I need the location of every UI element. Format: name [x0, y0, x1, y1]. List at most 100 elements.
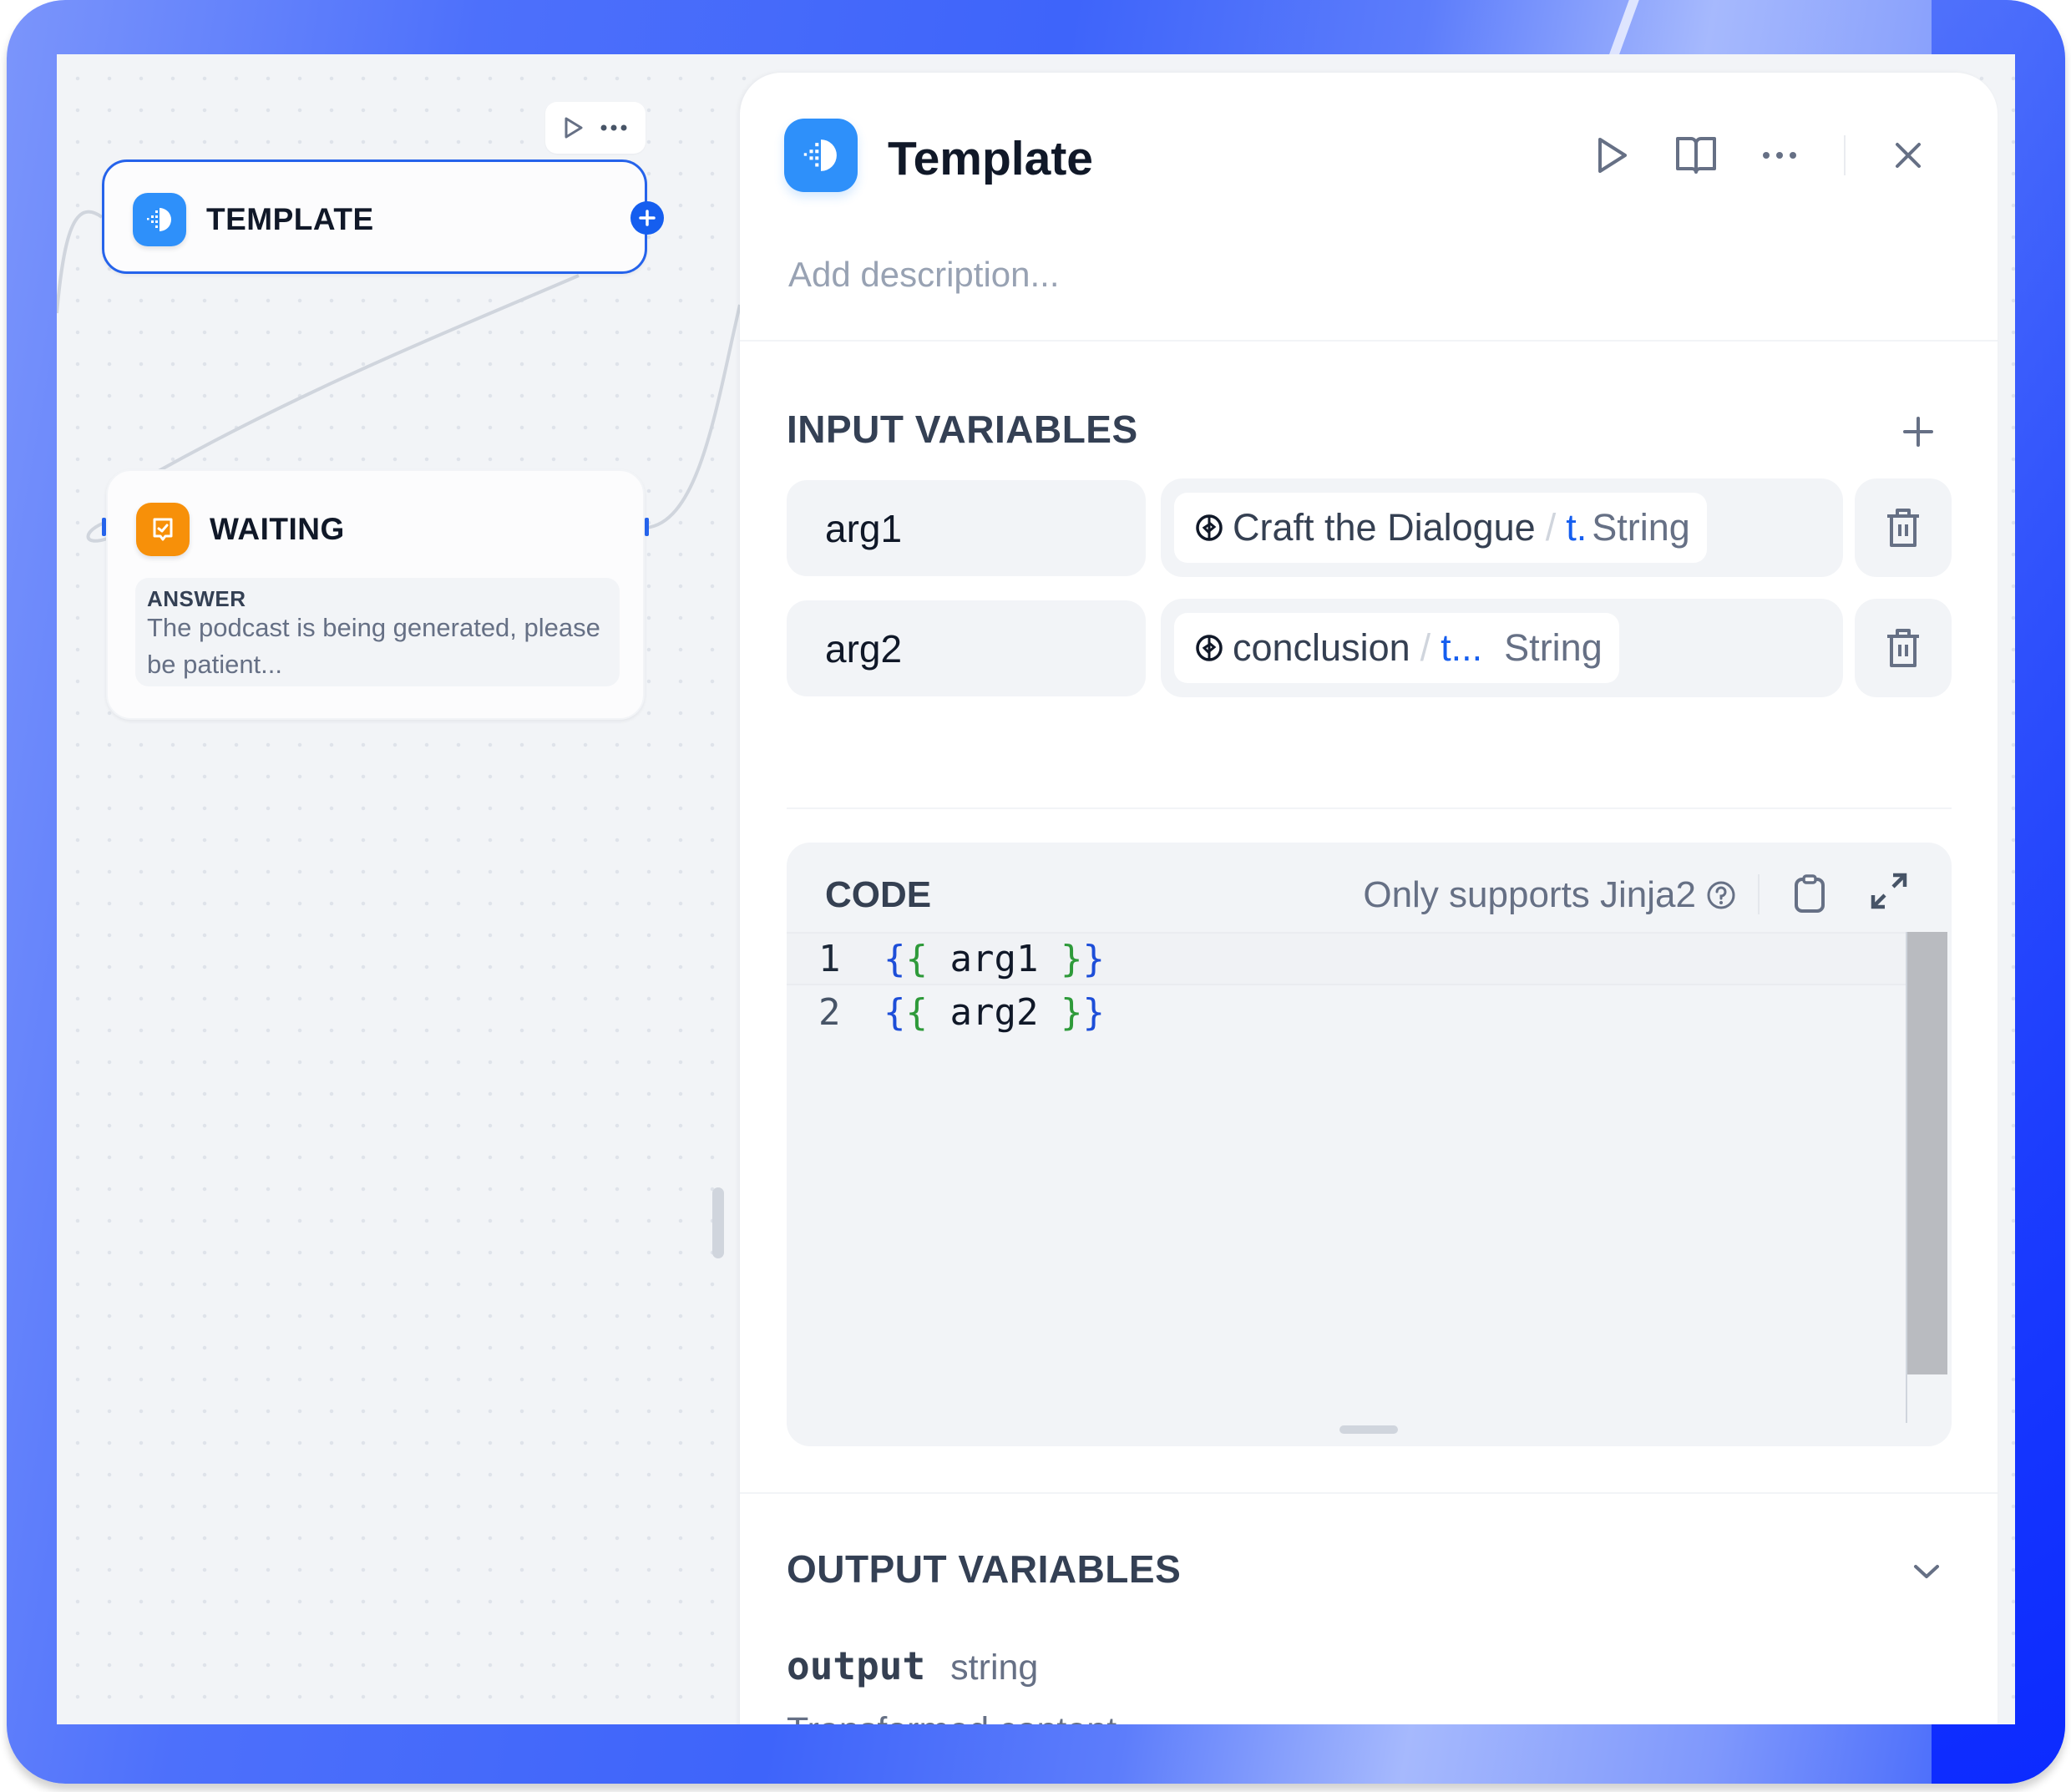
- edge-incoming-template: [57, 210, 104, 314]
- source-variable-name: t.: [1566, 506, 1587, 549]
- bracket-close: }: [1060, 990, 1083, 1034]
- plus-icon: [639, 210, 656, 226]
- run-node-button[interactable]: [1583, 126, 1642, 185]
- variable-source-selector[interactable]: conclusion / t... String: [1161, 599, 1843, 697]
- panel-resize-handle[interactable]: [712, 1187, 724, 1258]
- variable-type: String: [1504, 626, 1603, 669]
- template-transform-icon: [133, 193, 186, 246]
- input-handle[interactable]: [102, 518, 106, 536]
- node-waiting[interactable]: WAITING ANSWER The podcast is being gene…: [102, 469, 649, 720]
- description-input[interactable]: [788, 250, 1941, 300]
- expand-icon: [1871, 873, 1907, 909]
- close-panel-button[interactable]: [1879, 126, 1937, 185]
- trash-icon: [1887, 629, 1919, 667]
- node-title: WAITING: [210, 512, 345, 546]
- docs-button[interactable]: [1667, 126, 1725, 185]
- section-divider: [740, 1492, 1998, 1494]
- template-variable: arg1: [949, 937, 1039, 980]
- output-variables-section: OUTPUT VARIABLES output string Transform…: [787, 1546, 1952, 1724]
- jinja2-hint: Only supports Jinja2: [1363, 874, 1736, 916]
- clipboard-icon: [1795, 874, 1825, 913]
- bracket-close: }: [1082, 990, 1105, 1034]
- variable-name-input[interactable]: [787, 480, 1146, 576]
- line-number: 2: [818, 990, 841, 1034]
- source-node-name: Craft the Dialogue: [1233, 506, 1536, 549]
- edge-waiting-outgoing: [646, 304, 742, 529]
- input-variables-section: INPUT VARIABLES Craft the Dialogue / t. …: [787, 407, 1952, 697]
- node-title: TEMPLATE: [206, 202, 374, 236]
- panel-header: Template: [740, 73, 1998, 342]
- answer-label: ANSWER: [147, 586, 246, 611]
- node-config-panel: Template INPUT VARIABLES: [740, 73, 1998, 1724]
- template-variable: arg2: [949, 990, 1039, 1034]
- trash-icon: [1887, 509, 1919, 547]
- output-variable-name: output: [787, 1643, 926, 1688]
- editor-resize-handle[interactable]: [1339, 1425, 1398, 1434]
- collapse-toggle[interactable]: [1901, 1546, 1952, 1597]
- llm-node-icon: [1196, 514, 1223, 541]
- bracket-open: {: [884, 937, 906, 980]
- book-open-icon: [1676, 137, 1716, 174]
- path-separator: /: [1420, 626, 1431, 669]
- editor-scrollbar[interactable]: [1906, 932, 1947, 1423]
- code-header-divider: [1758, 874, 1760, 914]
- plus-icon: [1903, 417, 1933, 447]
- output-variable-type: string: [950, 1648, 1039, 1688]
- panel-title[interactable]: Template: [888, 131, 1093, 186]
- copy-code-button[interactable]: [1785, 869, 1835, 919]
- line-content: {{ arg1 }}: [884, 938, 1105, 980]
- output-variable-description: Transformed content: [787, 1710, 1117, 1724]
- variable-row: Craft the Dialogue / t. String: [787, 478, 1952, 577]
- template-transform-icon: [784, 119, 858, 192]
- variable-source-selector[interactable]: Craft the Dialogue / t. String: [1161, 478, 1843, 577]
- code-line[interactable]: 1 {{ arg1 }}: [787, 932, 1906, 985]
- variable-reference-chip: Craft the Dialogue / t. String: [1174, 493, 1707, 563]
- more-options-button[interactable]: [1750, 126, 1809, 185]
- answer-text: The podcast is being generated, please b…: [147, 613, 600, 679]
- bracket-open: {: [905, 990, 929, 1034]
- code-editor-section: CODE Only supports Jinja2 1 {{ arg1 }} 2: [787, 843, 1952, 1446]
- source-node-name: conclusion: [1233, 626, 1410, 669]
- variable-name-input[interactable]: [787, 600, 1146, 696]
- play-icon: [1598, 138, 1627, 173]
- source-variable-name: t...: [1441, 626, 1483, 669]
- add-variable-button[interactable]: [1893, 407, 1943, 457]
- section-divider: [787, 807, 1952, 809]
- answer-message-icon: [136, 503, 190, 556]
- panel-actions: [1583, 126, 1937, 185]
- path-separator: /: [1545, 506, 1557, 549]
- bracket-close: }: [1082, 937, 1105, 980]
- answer-preview: ANSWER The podcast is being generated, p…: [135, 578, 620, 686]
- more-horizontal-icon: [1763, 152, 1796, 159]
- code-line[interactable]: 2 {{ arg2 }}: [787, 985, 1906, 1039]
- variable-reference-chip: conclusion / t... String: [1174, 613, 1619, 683]
- bracket-open: {: [905, 937, 929, 980]
- more-horizontal-icon: [600, 124, 627, 131]
- line-number: 1: [818, 937, 841, 980]
- node-more-button[interactable]: [600, 124, 628, 132]
- variable-type: String: [1592, 506, 1690, 549]
- close-icon: [1896, 143, 1921, 168]
- section-title: INPUT VARIABLES: [787, 408, 1138, 451]
- edge-template-to-waiting: [156, 274, 580, 473]
- editor-scrollbar-thumb[interactable]: [1907, 932, 1947, 1374]
- section-title: OUTPUT VARIABLES: [787, 1547, 1182, 1591]
- header-divider: [1844, 135, 1846, 175]
- delete-variable-button[interactable]: [1855, 599, 1952, 697]
- line-content: {{ arg2 }}: [884, 991, 1105, 1034]
- node-template[interactable]: TEMPLATE: [102, 159, 664, 274]
- expand-editor-button[interactable]: [1864, 866, 1914, 916]
- bracket-open: {: [884, 990, 906, 1034]
- output-handle[interactable]: [645, 518, 649, 536]
- code-title: CODE: [825, 874, 932, 915]
- node-run-button[interactable]: [563, 116, 585, 139]
- code-editor[interactable]: 1 {{ arg1 }} 2 {{ arg2 }}: [787, 932, 1952, 1423]
- help-circle-icon[interactable]: [1706, 880, 1736, 910]
- bracket-close: }: [1060, 937, 1083, 980]
- background-decoration: [1608, 0, 1639, 58]
- add-next-node-handle[interactable]: [630, 201, 664, 235]
- output-variable: output string: [787, 1643, 1038, 1688]
- delete-variable-button[interactable]: [1855, 478, 1952, 577]
- node-toolbar: [545, 102, 646, 154]
- workflow-editor: TEMPLATE WAITING ANSWER The podcast is b…: [57, 54, 2015, 1724]
